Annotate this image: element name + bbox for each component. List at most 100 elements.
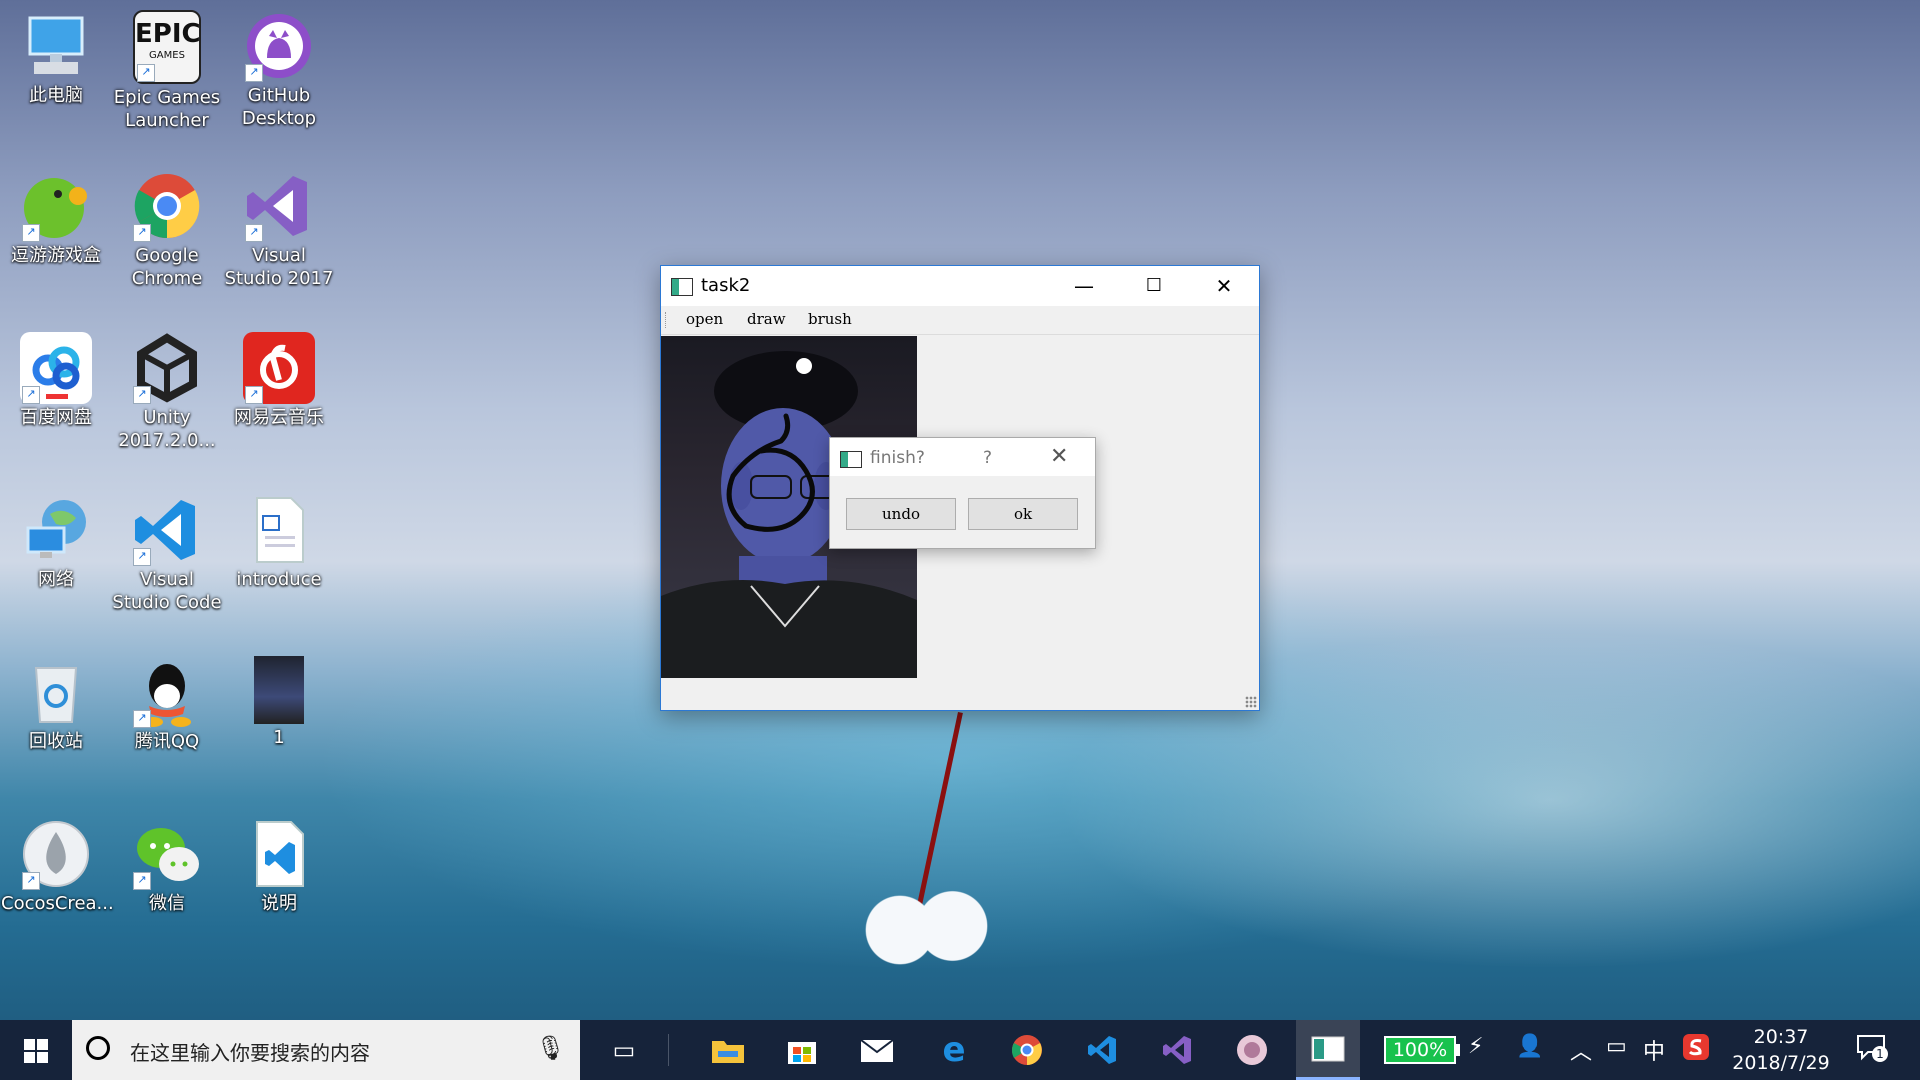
desktop-icon-label: Epic Games Launcher [113,87,221,131]
epic-games-icon: EPIC GAMES ↗ [133,10,201,84]
taskbar-search[interactable]: 在这里输入你要搜索的内容 🎙 [72,1020,580,1080]
desktop-icon-wechat[interactable]: ↗ 微信 [112,818,222,915]
store-icon[interactable] [780,1028,824,1072]
baidu-netdisk-icon: ↗ [20,332,92,404]
minimize-button[interactable]: — [1049,266,1119,306]
battery-tray-icon[interactable]: ▭ [1606,1034,1627,1059]
menu-bar: open draw brush [661,306,1259,335]
desktop-icon-visual-studio-2017[interactable]: ↗ Visual Studio 2017 [224,170,334,290]
desktop-icon-label: 微信 [149,893,185,914]
shortcut-arrow-icon: ↗ [245,64,263,82]
battery-tip [1456,1044,1460,1056]
shortcut-arrow-icon: ↗ [22,224,40,242]
ime-indicator[interactable]: 中 [1643,1034,1665,1066]
menu-draw[interactable]: draw [747,310,786,328]
desktop-icon-label: Visual Studio Code [112,569,222,613]
menu-grip [665,312,669,328]
desktop-icon-recycle-bin[interactable]: 回收站 [1,656,111,753]
action-center-icon[interactable]: 1 [1856,1032,1888,1062]
vscode-icon: ↗ [131,494,203,566]
people-icon[interactable]: 👤 [1516,1034,1543,1059]
desktop-icon-game-box[interactable]: ↗ 逗游游戏盒 [1,170,111,267]
battery-indicator[interactable]: 100% [1384,1036,1456,1064]
desktop-icon-readme[interactable]: 说明 [224,818,334,915]
start-button[interactable] [0,1020,72,1080]
desktop-icon-unity[interactable]: ↗ Unity 2017.2.0... [112,332,222,452]
task-view-icon[interactable]: ▭ [602,1028,646,1072]
taskbar: 在这里输入你要搜索的内容 🎙 ▭ e 100% ⚡ 👤 ︿ ▭ 中 20:37 … [0,1020,1920,1080]
desktop-icon-netease-music[interactable]: ↗ 网易云音乐 [224,332,334,429]
menu-open[interactable]: open [686,310,723,328]
clock-date: 2018/7/29 [1732,1052,1830,1074]
desktop-icon-photo-1[interactable]: 1 [224,656,334,749]
desktop-icon-label: CocosCrea... [1,893,114,914]
ok-button[interactable]: ok [968,498,1078,530]
app-icon [671,278,693,296]
network-icon [20,494,92,566]
desktop-icon-label: Unity 2017.2.0... [118,407,216,451]
desktop-icon-google-chrome[interactable]: ↗ Google Chrome [112,170,222,290]
desktop-icon-network[interactable]: 网络 [1,494,111,591]
desktop-icon-qq[interactable]: ↗ 腾讯QQ [112,656,222,753]
sogou-input-icon[interactable] [1683,1034,1709,1066]
wallpaper-flag-pole [916,712,963,909]
desktop-icon-label: 百度网盘 [20,407,92,428]
power-plug-icon[interactable]: ⚡ [1468,1034,1483,1059]
shortcut-arrow-icon: ↗ [137,64,155,82]
taskbar-divider [668,1034,669,1066]
edge-icon[interactable]: e [932,1028,976,1072]
shortcut-arrow-icon: ↗ [133,710,151,728]
help-button[interactable]: ? [983,448,992,468]
desktop-icon-label: Visual Studio 2017 [224,245,334,289]
taskbar-task2-button[interactable] [1296,1020,1360,1080]
cortana-icon [86,1036,110,1060]
shortcut-arrow-icon: ↗ [133,548,151,566]
photo-thumbnail-icon [254,656,304,724]
desktop-icon-this-pc[interactable]: 此电脑 [1,10,111,107]
desktop-icon-label: 逗游游戏盒 [11,245,101,266]
chrome-icon: ↗ [131,170,203,242]
wallpaper-snow [855,890,1005,970]
shortcut-arrow-icon: ↗ [22,386,40,404]
window-title: task2 [701,275,751,296]
chrome-taskbar-icon[interactable] [1005,1028,1049,1072]
undo-button[interactable]: undo [846,498,956,530]
desktop-icon-epic-games[interactable]: EPIC GAMES ↗ Epic Games Launcher [112,10,222,132]
microphone-icon[interactable]: 🎙 [536,1034,566,1062]
desktop-icon-label: GitHub Desktop [241,85,317,129]
menu-brush[interactable]: brush [808,310,852,328]
wechat-icon: ↗ [131,818,203,890]
media-app-icon[interactable] [1230,1028,1274,1072]
visual-studio-taskbar-icon[interactable] [1155,1028,1199,1072]
desktop-icon-baidu-netdisk[interactable]: ↗ 百度网盘 [1,332,111,429]
resize-grip[interactable] [1245,696,1257,708]
task2-app-icon [1311,1036,1345,1062]
window-titlebar[interactable]: task2 — ☐ ✕ [661,266,1259,306]
pc-icon [20,10,92,82]
mail-icon[interactable] [855,1028,899,1072]
vscode-taskbar-icon[interactable] [1080,1028,1124,1072]
dialog-title: finish? [870,448,925,468]
desktop-icon-cocos-creator[interactable]: ↗ CocosCrea... [1,818,114,915]
file-explorer-icon[interactable] [706,1028,750,1072]
desktop-icon-github-desktop[interactable]: ↗ GitHub Desktop [224,10,334,130]
recycle-bin-icon [20,656,92,728]
desktop-icon-vscode[interactable]: ↗ Visual Studio Code [112,494,222,614]
shortcut-arrow-icon: ↗ [245,224,263,242]
visual-studio-icon: ↗ [243,170,315,242]
taskbar-clock[interactable]: 20:37 2018/7/29 [1722,1024,1840,1076]
cocos-creator-icon: ↗ [20,818,92,890]
dialog-close-button[interactable]: ✕ [1050,444,1068,469]
dialog-app-icon [840,451,862,468]
clock-time: 20:37 [1753,1026,1809,1048]
close-button[interactable]: ✕ [1189,266,1259,306]
dialog-titlebar[interactable]: finish? ? ✕ [830,438,1095,476]
game-box-icon: ↗ [20,170,92,242]
show-hidden-icons-chevron-icon[interactable]: ︿ [1570,1034,1592,1066]
desktop-icon-label: 此电脑 [29,85,83,106]
desktop-icon-introduce[interactable]: introduce [224,494,334,591]
desktop-icon-label: 说明 [261,893,297,914]
notification-count-badge: 1 [1872,1046,1888,1062]
maximize-button[interactable]: ☐ [1119,266,1189,306]
search-placeholder: 在这里输入你要搜索的内容 [130,1041,370,1065]
